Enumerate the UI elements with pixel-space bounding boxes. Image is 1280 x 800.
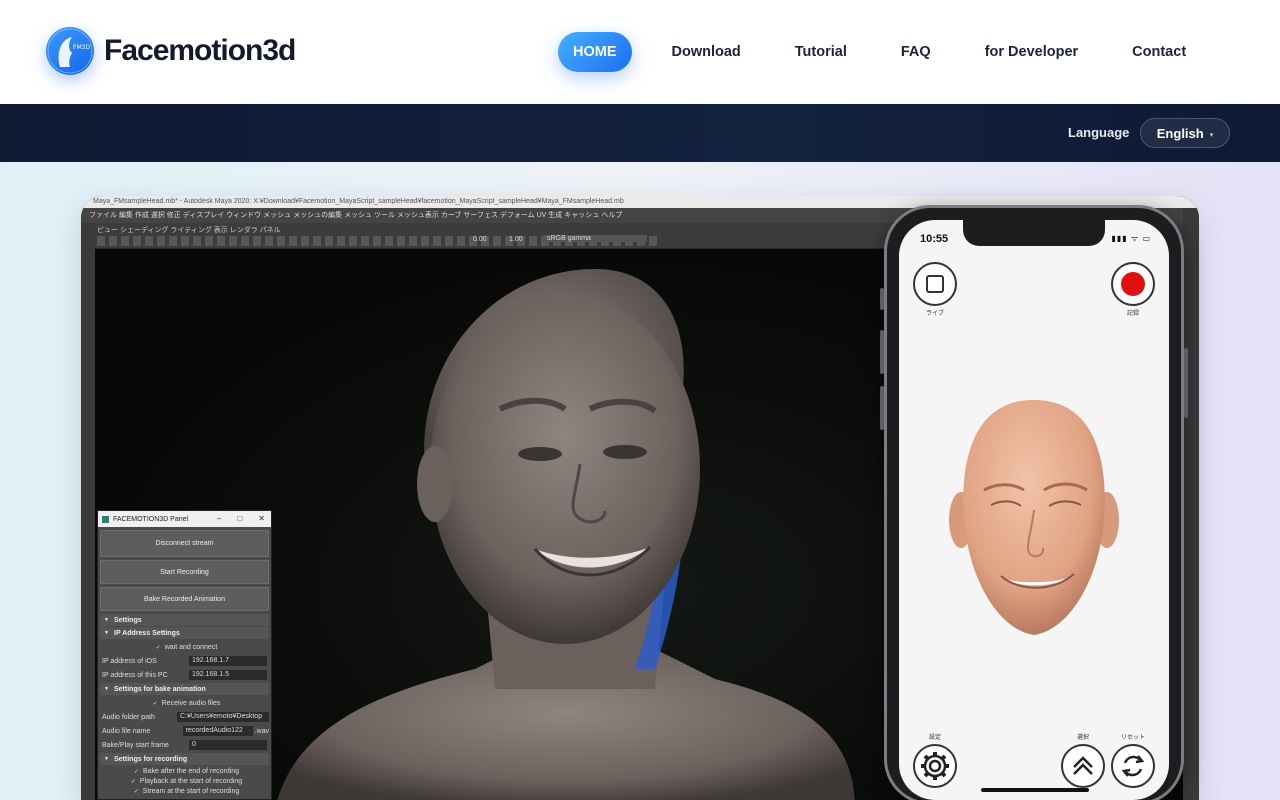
phone-mute-switch — [880, 288, 884, 310]
chevron-up-icon — [1073, 756, 1093, 775]
start-frame-row: Bake/Play start frame 0 — [98, 738, 271, 752]
ip-settings-section[interactable]: IP Address Settings — [100, 627, 269, 639]
record-icon — [1121, 272, 1145, 296]
live-label: ライブ — [925, 311, 944, 317]
square-icon — [926, 275, 944, 293]
panel-app-icon — [102, 515, 109, 523]
live-button[interactable] — [913, 262, 957, 306]
wait-connect-checkbox[interactable]: wait and connect — [98, 640, 271, 654]
face-logo-icon: FM3D — [46, 27, 94, 75]
ip-pc-label: IP address of this PC — [102, 671, 168, 679]
select-button[interactable] — [1061, 744, 1105, 788]
audio-folder-input[interactable]: C:¥Users¥emoto¥Desktop — [177, 712, 269, 722]
brand-logo[interactable]: FM3D Facemotion3d — [46, 27, 296, 75]
audio-folder-label: Audio folder path — [102, 713, 155, 721]
iphone-mockup: 10:55 ▮▮▮ ᯤ ▭ ライブ 記録 設定 選択 リセット — [880, 205, 1188, 800]
stream-start-checkbox[interactable]: Stream at the start of recording — [98, 786, 271, 796]
home-indicator — [981, 788, 1089, 792]
settings-label: 設定 — [928, 735, 941, 741]
audio-file-row: Audio file name recordedAudio122 .wav — [98, 724, 271, 738]
playback-start-checkbox[interactable]: Playback at the start of recording — [98, 776, 271, 786]
language-selected-value: English — [1156, 125, 1204, 141]
ip-pc-input[interactable]: 192.168.1.5 — [189, 670, 267, 680]
nav-download[interactable]: Download — [672, 32, 741, 72]
bake-animation-button[interactable]: Bake Recorded Animation — [100, 587, 269, 611]
audio-folder-row: Audio folder path C:¥Users¥emoto¥Desktop — [98, 710, 271, 724]
record-button[interactable] — [1111, 262, 1155, 306]
phone-screen: 10:55 ▮▮▮ ᯤ ▭ ライブ 記録 設定 選択 リセット — [899, 220, 1169, 800]
panel-title-bar: FACEMOTION3D Panel – □ ✕ — [98, 511, 271, 527]
site-header: FM3D Facemotion3d HOME Download Tutorial… — [0, 0, 1280, 104]
phone-volume-down — [880, 386, 884, 430]
reset-label: リセット — [1120, 735, 1145, 741]
phone-power-button — [1184, 348, 1188, 418]
reset-button[interactable] — [1111, 744, 1155, 788]
gamma-value-2: 1.00 — [509, 236, 523, 243]
language-label: Language — [1068, 125, 1130, 140]
maya-right-toolbar — [1183, 208, 1199, 800]
maya-view-menus: ビュー シェーディング ライティング 表示 レンダラ パネル — [97, 227, 281, 234]
audio-extension: .wav — [254, 727, 269, 735]
select-label: 選択 — [1076, 735, 1089, 741]
color-space-select: sRGB gamma — [543, 235, 647, 242]
maximize-icon[interactable]: □ — [237, 514, 242, 523]
bake-after-checkbox[interactable]: Bake after the end of recording — [98, 766, 271, 776]
phone-volume-up — [880, 330, 884, 374]
disconnect-stream-button[interactable]: Disconnect stream — [100, 530, 269, 557]
minimize-icon[interactable]: – — [217, 514, 221, 523]
receive-audio-checkbox[interactable]: Receive audio files — [98, 696, 271, 710]
recording-settings-section[interactable]: Settings for recording — [100, 753, 269, 765]
ip-ios-row: IP address of iOS 192.168.1.7 — [98, 654, 271, 668]
start-frame-label: Bake/Play start frame — [102, 741, 169, 749]
settings-section[interactable]: Settings — [100, 614, 269, 626]
language-select[interactable]: English ▾ — [1140, 118, 1230, 148]
refresh-icon — [1121, 755, 1145, 777]
ip-ios-input[interactable]: 192.168.1.7 — [189, 656, 267, 666]
panel-title: FACEMOTION3D Panel — [113, 515, 189, 523]
start-frame-input[interactable]: 0 — [189, 740, 267, 750]
audio-file-label: Audio file name — [102, 727, 151, 735]
nav-faq[interactable]: FAQ — [901, 32, 931, 72]
facemotion-maya-panel: FACEMOTION3D Panel – □ ✕ Disconnect stre… — [97, 510, 272, 800]
chevron-down-icon: ▾ — [1209, 131, 1214, 139]
phone-time: 10:55 — [920, 233, 949, 245]
audio-file-input[interactable]: recordedAudio122 — [182, 726, 253, 736]
ip-pc-row: IP address of this PC 192.168.1.5 — [98, 668, 271, 682]
phone-status-icons: ▮▮▮ ᯤ ▭ — [1111, 234, 1151, 243]
maya-left-toolbar — [81, 223, 95, 800]
settings-button[interactable] — [913, 744, 957, 788]
logo-mark-text: FM3D — [73, 44, 90, 51]
window-controls: – □ ✕ — [217, 514, 265, 523]
ip-ios-label: IP address of iOS — [102, 657, 157, 665]
close-icon[interactable]: ✕ — [258, 514, 265, 523]
brand-name: Facemotion3d — [104, 34, 296, 67]
gamma-value-1: 0.00 — [473, 236, 487, 243]
nav-home[interactable]: HOME — [558, 32, 632, 72]
male-head-render — [949, 400, 1119, 635]
record-label: 記録 — [1126, 311, 1139, 317]
bake-settings-section[interactable]: Settings for bake animation — [100, 683, 269, 695]
language-bar: Language English ▾ — [0, 104, 1280, 162]
nav-tutorial[interactable]: Tutorial — [795, 32, 847, 72]
gear-icon — [921, 752, 949, 780]
phone-notch — [963, 220, 1105, 246]
main-nav: HOME Download Tutorial FAQ for Developer… — [558, 32, 1186, 72]
start-recording-button[interactable]: Start Recording — [100, 560, 269, 584]
nav-contact[interactable]: Contact — [1132, 32, 1186, 72]
nav-for-developer[interactable]: for Developer — [985, 32, 1078, 72]
